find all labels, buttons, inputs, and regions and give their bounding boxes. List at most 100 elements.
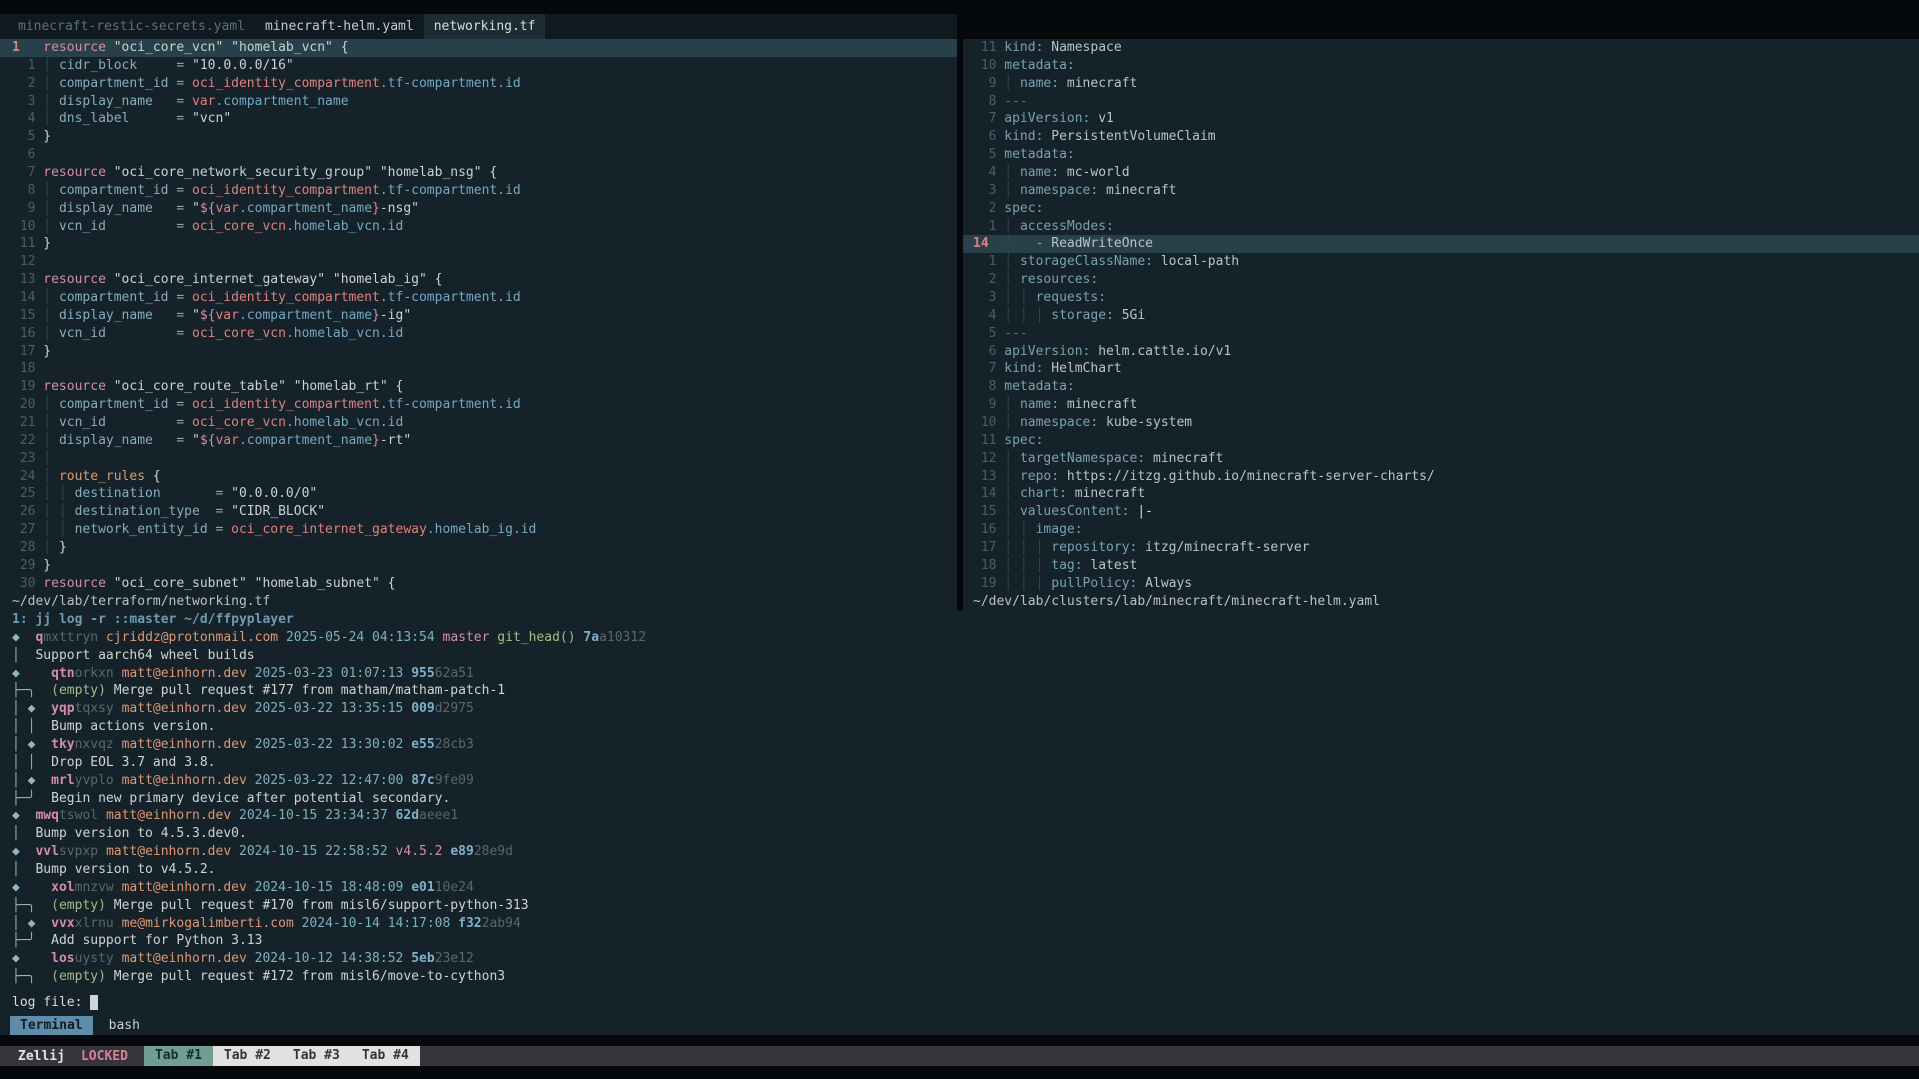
terraform-buffer: 1resource "oci_core_vcn" "homelab_vcn" {… bbox=[0, 39, 957, 593]
zellij-tab[interactable]: Tab #3 bbox=[282, 1046, 351, 1066]
code-line[interactable]: 20│ compartment_id = oci_identity_compar… bbox=[12, 396, 957, 414]
line-number: 20 bbox=[12, 396, 35, 414]
code-line[interactable]: 6kind: PersistentVolumeClaim bbox=[973, 128, 1919, 146]
code-line[interactable]: 5} bbox=[12, 128, 957, 146]
code-line[interactable]: 6apiVersion: helm.cattle.io/v1 bbox=[973, 343, 1919, 361]
code-line[interactable]: 1│ cidr_block = "10.0.0.0/16" bbox=[12, 57, 957, 75]
code-line[interactable]: 7resource "oci_core_network_security_gro… bbox=[12, 164, 957, 182]
line-number: 6 bbox=[12, 146, 35, 164]
code-line[interactable]: 27│ │ network_entity_id = oci_core_inter… bbox=[12, 521, 957, 539]
code-line[interactable]: 23│ bbox=[12, 450, 957, 468]
code-line[interactable]: 16│ vcn_id = oci_core_vcn.homelab_vcn.id bbox=[12, 325, 957, 343]
code-line[interactable]: 19│ │ │ pullPolicy: Always bbox=[973, 575, 1919, 593]
log-line: ├─╮ (empty) Merge pull request #170 from… bbox=[0, 897, 1919, 915]
line-number: 10 bbox=[12, 218, 35, 236]
code-line[interactable]: 24│ route_rules { bbox=[12, 468, 957, 486]
buffer-tab[interactable]: networking.tf bbox=[424, 14, 546, 39]
code-line[interactable]: 13│ repo: https://itzg.github.io/minecra… bbox=[973, 468, 1919, 486]
code-line[interactable]: 11kind: Namespace bbox=[973, 39, 1919, 57]
code-line[interactable]: 3│ │ requests: bbox=[973, 289, 1919, 307]
yaml-buffer: 11kind: Namespace10metadata:9│ name: min… bbox=[963, 39, 1919, 593]
line-number: 7 bbox=[12, 164, 35, 182]
code-line[interactable]: 2spec: bbox=[973, 200, 1919, 218]
code-line[interactable]: 10metadata: bbox=[973, 57, 1919, 75]
code-line[interactable]: 1│ storageClassName: local-path bbox=[973, 253, 1919, 271]
code-line[interactable]: 14│ chart: minecraft bbox=[973, 485, 1919, 503]
code-line[interactable]: 10│ namespace: kube-system bbox=[973, 414, 1919, 432]
code-line[interactable]: 8metadata: bbox=[973, 378, 1919, 396]
line-number: 16 bbox=[973, 521, 996, 539]
line-number: 5 bbox=[973, 146, 996, 164]
code-line[interactable]: 15│ valuesContent: |- bbox=[973, 503, 1919, 521]
code-line[interactable]: 4│ name: mc-world bbox=[973, 164, 1919, 182]
line-number: 4 bbox=[12, 110, 35, 128]
buffer-tab[interactable]: minecraft-helm.yaml bbox=[255, 14, 424, 39]
zellij-tab[interactable]: Tab #1 bbox=[144, 1046, 213, 1066]
code-line[interactable]: 6 bbox=[12, 146, 957, 164]
code-line[interactable]: 18│ │ │ tag: latest bbox=[973, 557, 1919, 575]
code-line[interactable]: 15│ display_name = "${var.compartment_na… bbox=[12, 307, 957, 325]
code-line[interactable]: 9│ name: minecraft bbox=[973, 396, 1919, 414]
line-number: 12 bbox=[973, 450, 996, 468]
pane-footer: Terminalbash bbox=[0, 1016, 1919, 1036]
code-line[interactable]: 19resource "oci_core_route_table" "homel… bbox=[12, 378, 957, 396]
log-file-prompt[interactable]: log file: bbox=[0, 994, 1919, 1012]
line-number: 24 bbox=[12, 468, 35, 486]
code-line[interactable]: 4│ │ │ storage: 5Gi bbox=[973, 307, 1919, 325]
left-file-path: ~/dev/lab/terraform/networking.tf bbox=[12, 593, 270, 611]
code-line[interactable]: 28│ } bbox=[12, 539, 957, 557]
code-line[interactable]: 14│ - ReadWriteOnce bbox=[963, 235, 1919, 253]
code-line[interactable]: 1resource "oci_core_vcn" "homelab_vcn" { bbox=[0, 39, 957, 57]
buffer-tab[interactable]: minecraft-restic-secrets.yaml bbox=[8, 14, 255, 39]
log-line: │ Bump version to v4.5.2. bbox=[0, 861, 1919, 879]
line-number: 26 bbox=[12, 503, 35, 521]
log-line: │ │ Bump actions version. bbox=[0, 718, 1919, 736]
code-line[interactable]: 2│ compartment_id = oci_identity_compart… bbox=[12, 75, 957, 93]
log-line: │ ◆ tkynxvqz matt@einhorn.dev 2025-03-22… bbox=[0, 736, 1919, 754]
code-line[interactable]: 5metadata: bbox=[973, 146, 1919, 164]
code-line[interactable]: 18 bbox=[12, 360, 957, 378]
code-line[interactable]: 25│ │ destination = "0.0.0.0/0" bbox=[12, 485, 957, 503]
terminal-chip[interactable]: Terminal bbox=[10, 1016, 93, 1035]
code-line[interactable]: 4│ dns_label = "vcn" bbox=[12, 110, 957, 128]
code-line[interactable]: 22│ display_name = "${var.compartment_na… bbox=[12, 432, 957, 450]
code-line[interactable]: 8--- bbox=[973, 93, 1919, 111]
code-line[interactable]: 12 bbox=[12, 253, 957, 271]
code-line[interactable]: 9│ name: minecraft bbox=[973, 75, 1919, 93]
code-line[interactable]: 1│ accessModes: bbox=[973, 218, 1919, 236]
code-line[interactable]: 13resource "oci_core_internet_gateway" "… bbox=[12, 271, 957, 289]
code-line[interactable]: 14│ compartment_id = oci_identity_compar… bbox=[12, 289, 957, 307]
code-line[interactable]: 10│ vcn_id = oci_core_vcn.homelab_vcn.id bbox=[12, 218, 957, 236]
code-line[interactable]: 3│ namespace: minecraft bbox=[973, 182, 1919, 200]
code-line[interactable]: 3│ display_name = var.compartment_name bbox=[12, 93, 957, 111]
log-line: │ ◆ yqptqxsy matt@einhorn.dev 2025-03-22… bbox=[0, 700, 1919, 718]
line-number: 1 bbox=[12, 57, 35, 75]
code-line[interactable]: 17│ │ │ repository: itzg/minecraft-serve… bbox=[973, 539, 1919, 557]
line-number: 9 bbox=[973, 75, 996, 93]
code-line[interactable]: 21│ vcn_id = oci_core_vcn.homelab_vcn.id bbox=[12, 414, 957, 432]
code-line[interactable]: 29} bbox=[12, 557, 957, 575]
code-line[interactable]: 7apiVersion: v1 bbox=[973, 110, 1919, 128]
code-line[interactable]: 11spec: bbox=[973, 432, 1919, 450]
code-line[interactable]: 9│ display_name = "${var.compartment_nam… bbox=[12, 200, 957, 218]
bufferline: minecraft-restic-secrets.yamlminecraft-h… bbox=[0, 14, 957, 39]
code-line[interactable]: 12│ targetNamespace: minecraft bbox=[973, 450, 1919, 468]
code-line[interactable]: 30resource "oci_core_subnet" "homelab_su… bbox=[12, 575, 957, 593]
code-line[interactable]: 17} bbox=[12, 343, 957, 361]
line-number: 8 bbox=[12, 182, 35, 200]
code-line[interactable]: 26│ │ destination_type = "CIDR_BLOCK" bbox=[12, 503, 957, 521]
code-line[interactable]: 11} bbox=[12, 235, 957, 253]
zellij-tab[interactable]: Tab #4 bbox=[351, 1046, 420, 1066]
editor-pane-right: 11kind: Namespace10metadata:9│ name: min… bbox=[963, 39, 1919, 611]
code-line[interactable]: 16│ │ image: bbox=[973, 521, 1919, 539]
code-line[interactable]: 2│ resources: bbox=[973, 271, 1919, 289]
log-line: │ Support aarch64 wheel builds bbox=[0, 647, 1919, 665]
line-number: 4 bbox=[973, 307, 996, 325]
code-line[interactable]: 8│ compartment_id = oci_identity_compart… bbox=[12, 182, 957, 200]
zellij-tab[interactable]: Tab #2 bbox=[213, 1046, 282, 1066]
line-number: 18 bbox=[973, 557, 996, 575]
log-line: ◆ losuysty matt@einhorn.dev 2024-10-12 1… bbox=[0, 950, 1919, 968]
code-line[interactable]: 5--- bbox=[973, 325, 1919, 343]
line-number: 3 bbox=[12, 93, 35, 111]
code-line[interactable]: 7kind: HelmChart bbox=[973, 360, 1919, 378]
